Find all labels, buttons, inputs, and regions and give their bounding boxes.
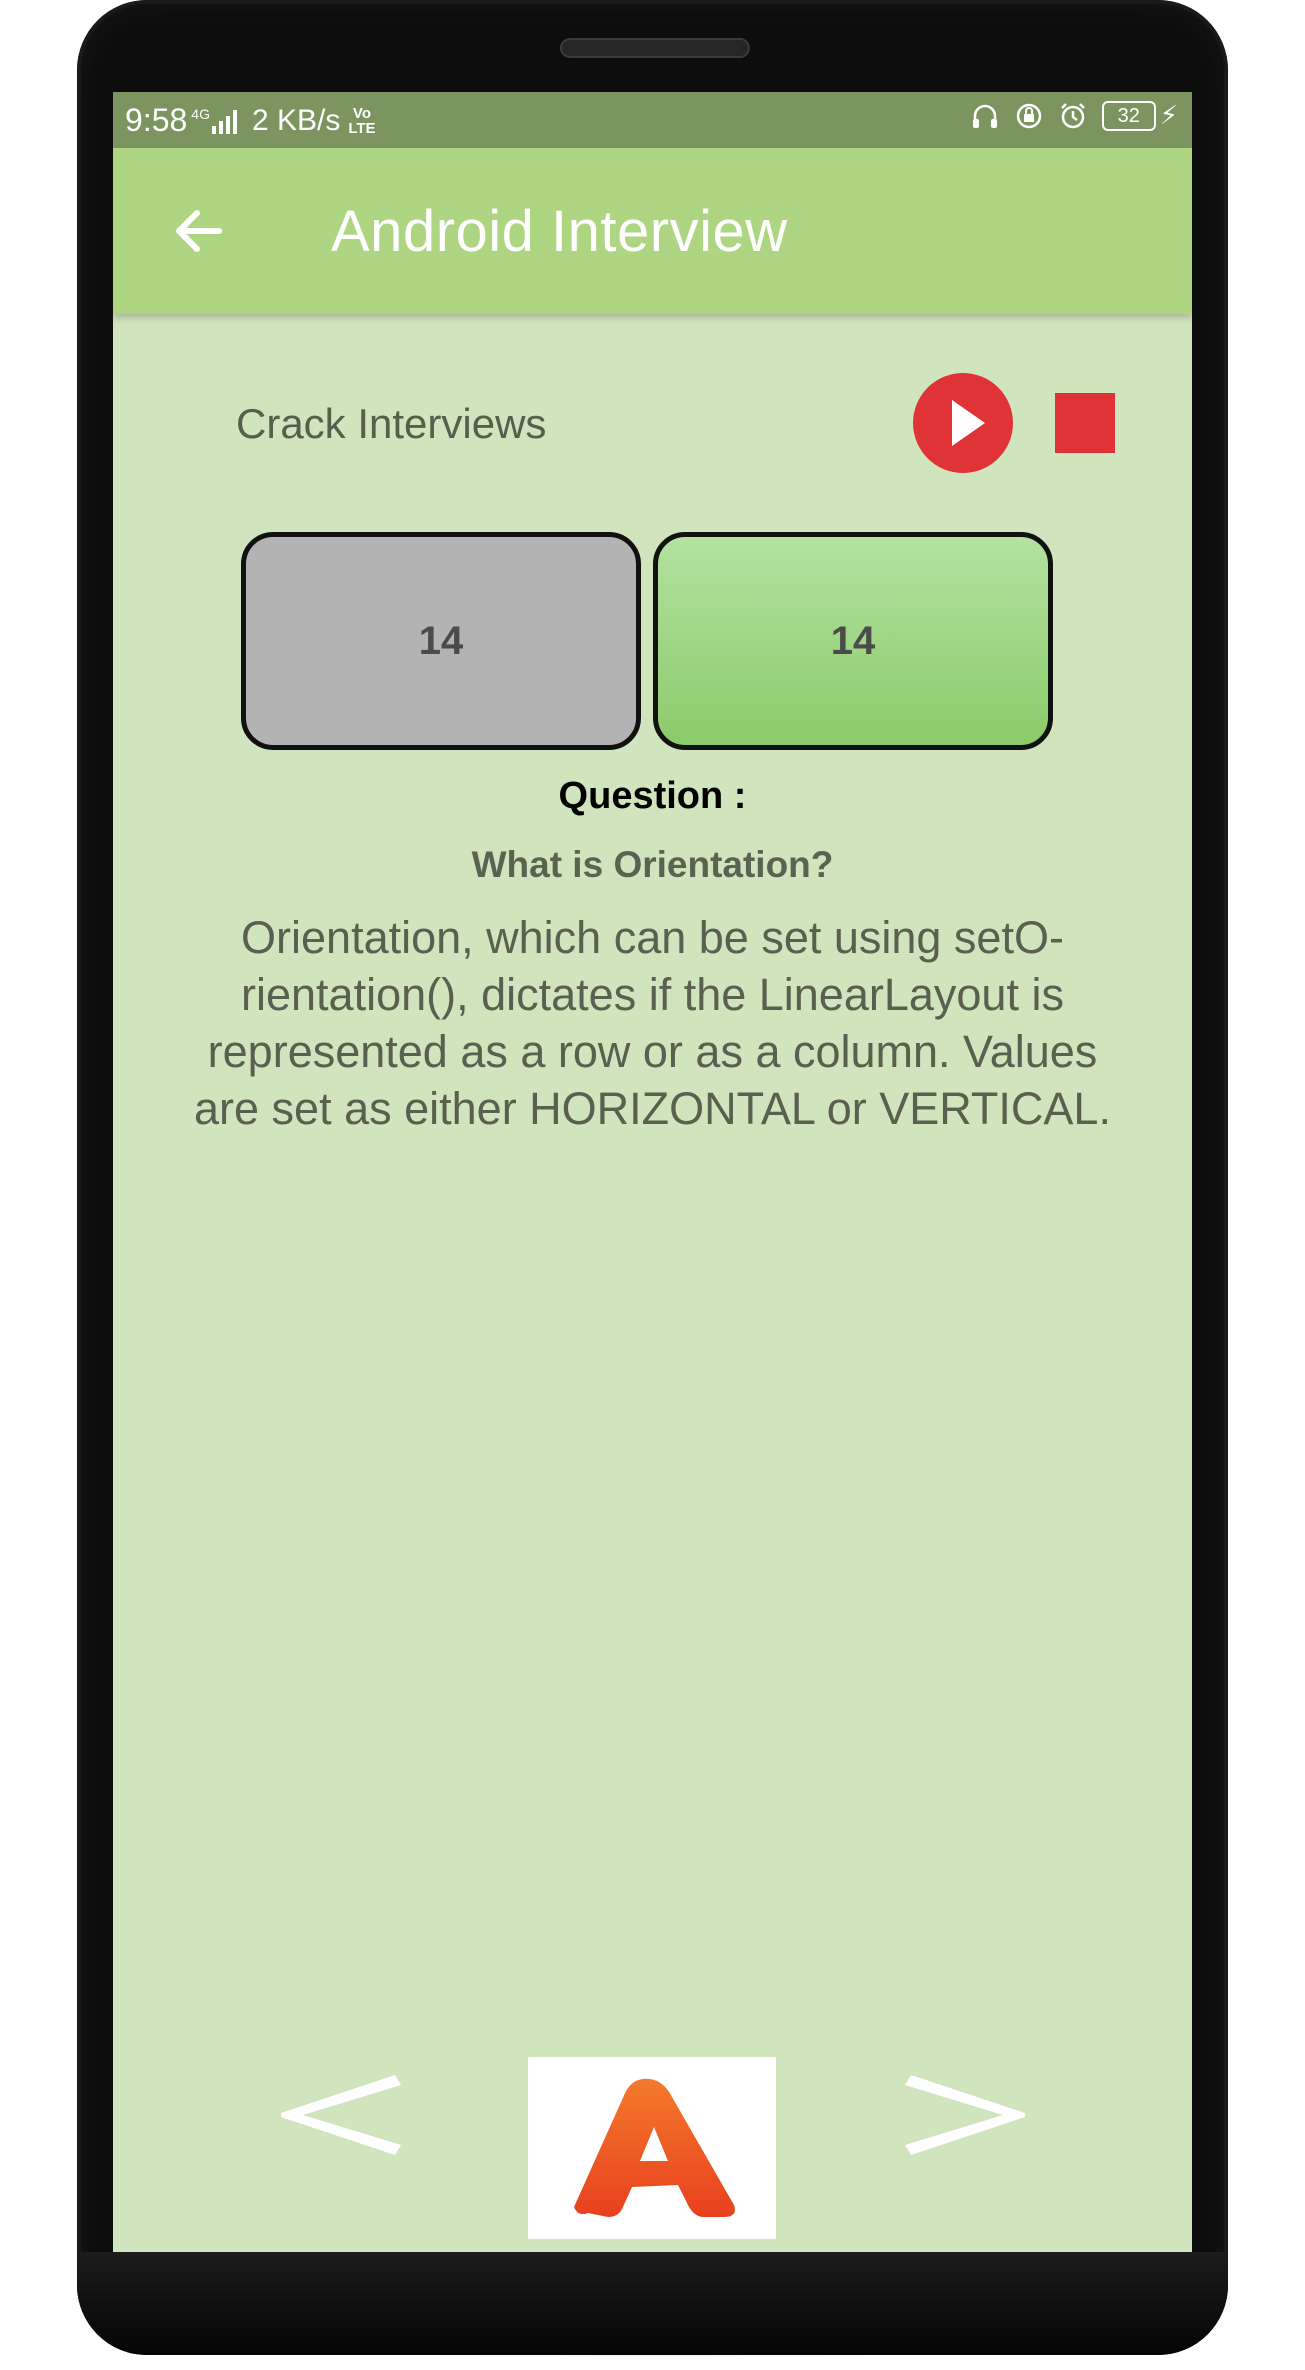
current-count-box: 14	[653, 532, 1053, 750]
alarm-icon	[1060, 102, 1085, 128]
question-label: Question :	[558, 775, 747, 817]
headphones-icon	[972, 104, 997, 128]
phone-chin	[77, 2252, 1228, 2355]
answer-text: Orientation, which can be set using setO…	[194, 912, 1111, 1134]
battery-icon: 32	[1101, 100, 1156, 131]
status-left: 9:58 4G 2 KB/s Vo LTE	[125, 102, 376, 139]
arrow-back-icon[interactable]	[163, 196, 233, 266]
chevron-left-icon[interactable]	[273, 2067, 413, 2167]
speaker-grille	[560, 38, 750, 58]
app-logo[interactable]	[528, 2057, 776, 2239]
charging-icon: ⚡︎	[1159, 100, 1178, 130]
status-time: 9:58	[125, 102, 188, 138]
app-bar: Android Interview	[113, 148, 1192, 314]
status-bar: 9:58 4G 2 KB/s Vo LTE 32 ⚡︎	[113, 92, 1192, 148]
play-icon	[952, 400, 985, 446]
app-title: Android Interview	[331, 199, 788, 264]
total-count-box: 14	[241, 532, 641, 750]
stop-button[interactable]	[1055, 393, 1115, 453]
play-button[interactable]	[913, 373, 1013, 473]
app-screen: 9:58 4G 2 KB/s Vo LTE 32 ⚡︎ Android Inte…	[113, 92, 1192, 2252]
chevron-right-icon[interactable]	[893, 2067, 1033, 2167]
app-logo-icon	[574, 2078, 735, 2217]
question-text: What is Orientation?	[471, 844, 834, 885]
volte-icon: Vo LTE	[348, 104, 376, 137]
subtitle: Crack Interviews	[236, 400, 547, 447]
lock-rotation-icon	[1016, 103, 1041, 128]
signal-icon	[211, 108, 240, 134]
net-speed: 2 KB/s	[251, 103, 341, 137]
current-count: 14	[830, 618, 876, 663]
total-count: 14	[418, 618, 464, 663]
status-right: 32 ⚡︎	[956, 100, 1178, 131]
network-type: 4G	[191, 105, 210, 122]
